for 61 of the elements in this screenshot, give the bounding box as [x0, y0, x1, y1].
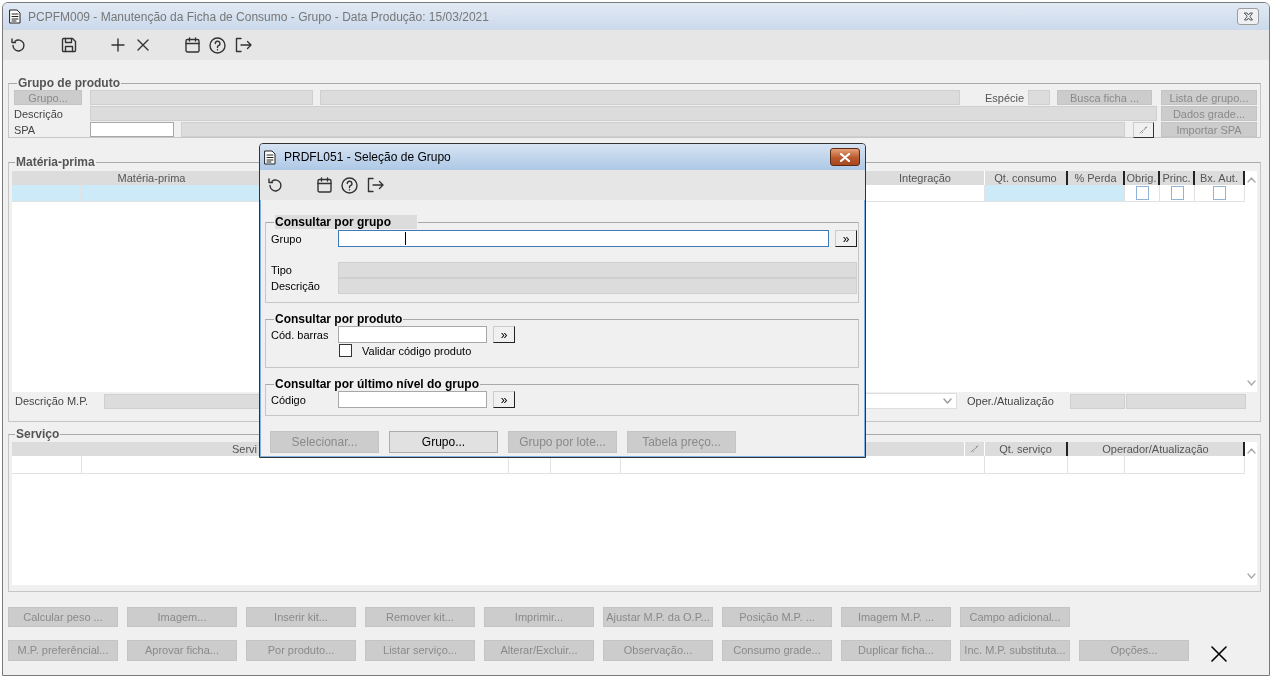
scroll-down-icon	[1246, 573, 1256, 579]
table-cell[interactable]	[985, 185, 1068, 201]
hatch-icon	[970, 445, 979, 453]
document-icon	[9, 9, 21, 24]
window-title: PCPFM009 - Manutenção da Ficha de Consumo - Grupo - Data Produção: 15/03/2021	[28, 9, 490, 24]
column-header[interactable]: Qt. serviço	[985, 442, 1068, 456]
lookup-button[interactable]: »	[493, 391, 515, 408]
section-title: Consultar por produto	[275, 312, 403, 326]
close-icon	[1242, 12, 1254, 21]
exit-icon[interactable]	[367, 177, 384, 193]
close-icon	[1211, 646, 1227, 662]
field-label: Código	[271, 393, 307, 406]
field-label: Oper./Atualização	[967, 395, 1055, 407]
input-field[interactable]	[338, 391, 487, 408]
checkbox-label[interactable]: Validar código produto	[362, 344, 472, 357]
chevron-down-icon	[943, 398, 952, 404]
lookup-button[interactable]: »	[493, 326, 515, 343]
exit-icon[interactable]	[235, 37, 252, 53]
scroll-down-icon	[1246, 380, 1256, 386]
calendar-icon[interactable]	[317, 177, 332, 193]
lookup-button[interactable]	[1133, 121, 1154, 138]
field-label: Descrição M.P.	[15, 395, 90, 407]
close-icon	[839, 152, 851, 162]
add-icon[interactable]	[111, 38, 125, 52]
window-title: PRDFL051 - Seleção de Grupo	[284, 150, 452, 164]
field-label: Descrição	[14, 107, 64, 120]
field-label: Descrição	[271, 280, 321, 292]
hatch-icon	[1139, 125, 1148, 134]
table-cell[interactable]	[12, 185, 81, 201]
section-title: Matéria-prima	[16, 155, 95, 169]
input-field[interactable]	[90, 122, 174, 137]
close-button[interactable]	[830, 148, 860, 166]
section-title: Grupo de produto	[18, 76, 120, 90]
field-label: Grupo	[271, 232, 303, 245]
help-icon[interactable]	[341, 176, 358, 194]
field-label: SPA	[14, 123, 37, 136]
text-cursor	[405, 232, 406, 245]
save-icon[interactable]	[61, 37, 77, 53]
table-cell[interactable]	[1068, 185, 1125, 201]
column-header[interactable]: Operador/Atualização	[1068, 442, 1245, 456]
checkbox[interactable]	[339, 344, 352, 357]
delete-icon[interactable]	[137, 39, 149, 51]
scroll-up-icon	[1246, 177, 1256, 183]
checkbox[interactable]	[1135, 186, 1149, 200]
document-icon	[264, 149, 276, 165]
refresh-icon[interactable]	[266, 176, 284, 194]
section-title: Consultar por último nível do grupo	[275, 377, 479, 391]
checkbox[interactable]	[1170, 186, 1184, 200]
section-title: Serviço	[16, 427, 60, 441]
field-label: Tipo	[271, 264, 293, 276]
section-title: Consultar por grupo	[275, 215, 417, 229]
help-icon[interactable]	[209, 36, 226, 54]
calendar-icon[interactable]	[185, 37, 200, 53]
field-label: Cód. barras	[271, 328, 330, 341]
checkbox[interactable]	[1213, 186, 1226, 200]
input-field[interactable]	[338, 326, 487, 343]
input-field[interactable]	[338, 230, 829, 247]
lookup-button[interactable]: »	[835, 230, 857, 247]
dialog-button[interactable]: Grupo...	[389, 431, 498, 453]
refresh-icon[interactable]	[9, 36, 27, 54]
scroll-up-icon	[1246, 448, 1256, 454]
